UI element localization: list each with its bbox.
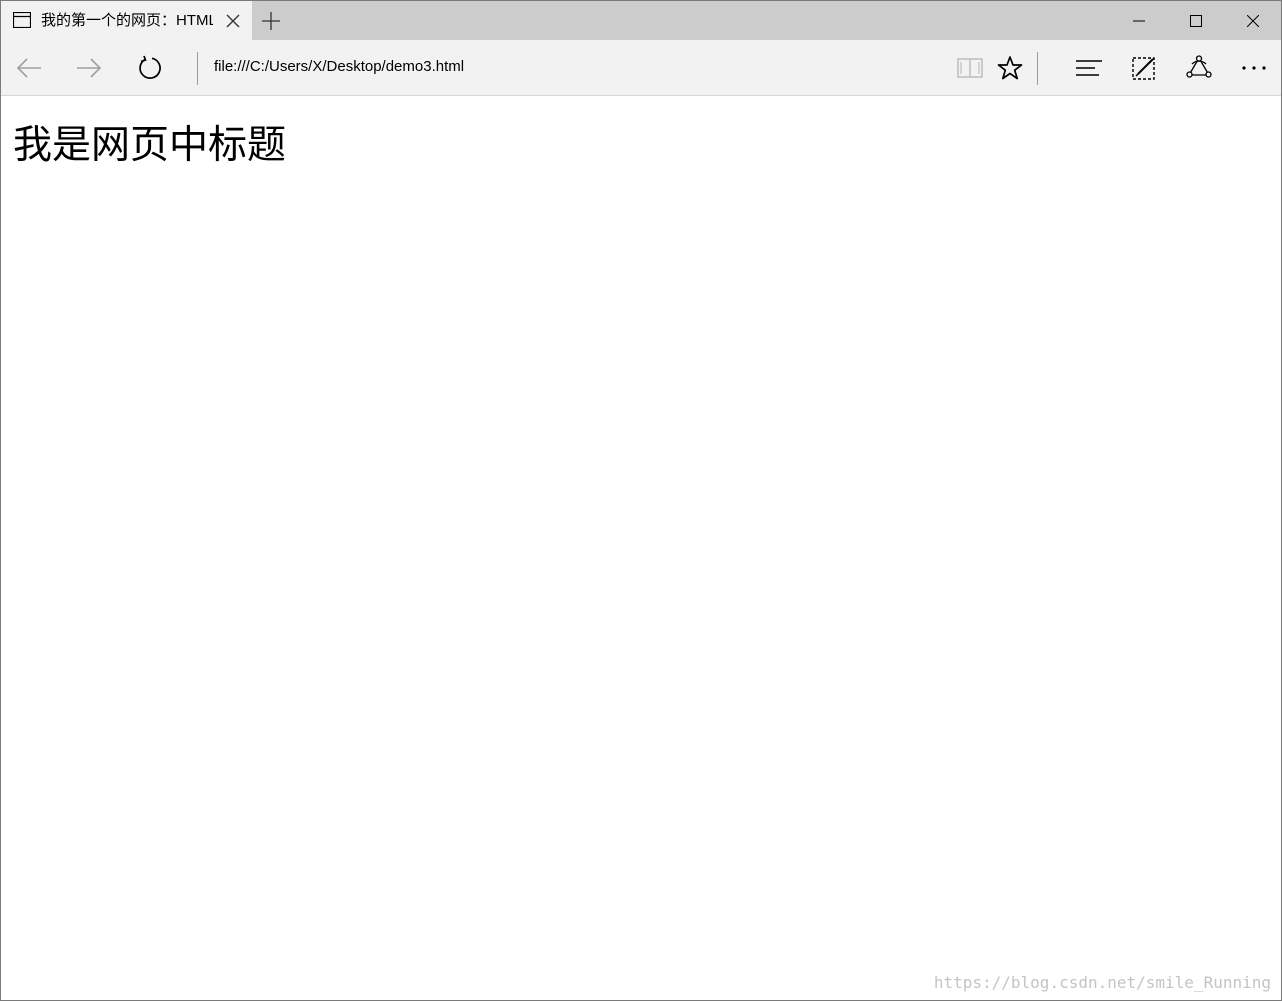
toolbar-separator xyxy=(1037,52,1038,85)
pen-note-icon xyxy=(1132,57,1155,80)
share-button[interactable] xyxy=(1181,50,1217,86)
navigation-bar xyxy=(1,40,1281,96)
share-icon xyxy=(1186,55,1212,78)
tab-title: 我的第一个的网页：HTML xyxy=(41,12,213,29)
address-bar[interactable] xyxy=(214,56,934,78)
title-bar: 我的第一个的网页：HTML xyxy=(1,1,1281,40)
close-icon[interactable] xyxy=(223,11,243,31)
page-icon xyxy=(13,12,31,28)
forward-button[interactable] xyxy=(71,50,107,86)
web-note-button[interactable] xyxy=(1126,50,1162,86)
hub-lines-icon xyxy=(1076,60,1102,76)
close-window-button[interactable] xyxy=(1224,1,1281,40)
reading-view-button[interactable] xyxy=(952,50,988,86)
refresh-button[interactable] xyxy=(132,50,168,86)
hub-button[interactable] xyxy=(1071,50,1107,86)
page-heading: 我是网页中标题 xyxy=(13,123,287,168)
ellipsis-icon xyxy=(1242,66,1266,70)
book-icon xyxy=(957,58,983,78)
refresh-icon xyxy=(139,55,161,79)
minimize-icon xyxy=(1132,20,1145,21)
arrow-left-icon xyxy=(16,58,41,78)
close-icon xyxy=(1246,14,1259,27)
maximize-button[interactable] xyxy=(1167,1,1224,40)
maximize-icon xyxy=(1189,14,1202,27)
toolbar-separator xyxy=(197,52,198,85)
page-content: 我是网页中标题 https://blog.csdn.net/smile_Runn… xyxy=(1,97,1281,1000)
minimize-button[interactable] xyxy=(1110,1,1167,40)
back-button[interactable] xyxy=(11,50,47,86)
star-icon xyxy=(997,56,1023,80)
more-button[interactable] xyxy=(1236,50,1272,86)
favorite-button[interactable] xyxy=(992,50,1028,86)
plus-icon[interactable] xyxy=(259,9,283,33)
browser-window: 我的第一个的网页：HTML file:///C:/Users/X/Desktop… xyxy=(0,0,1282,1001)
arrow-right-icon xyxy=(77,58,102,78)
watermark: https://blog.csdn.net/smile_Running xyxy=(933,973,1271,992)
tab-active[interactable]: 我的第一个的网页：HTML xyxy=(1,1,252,40)
